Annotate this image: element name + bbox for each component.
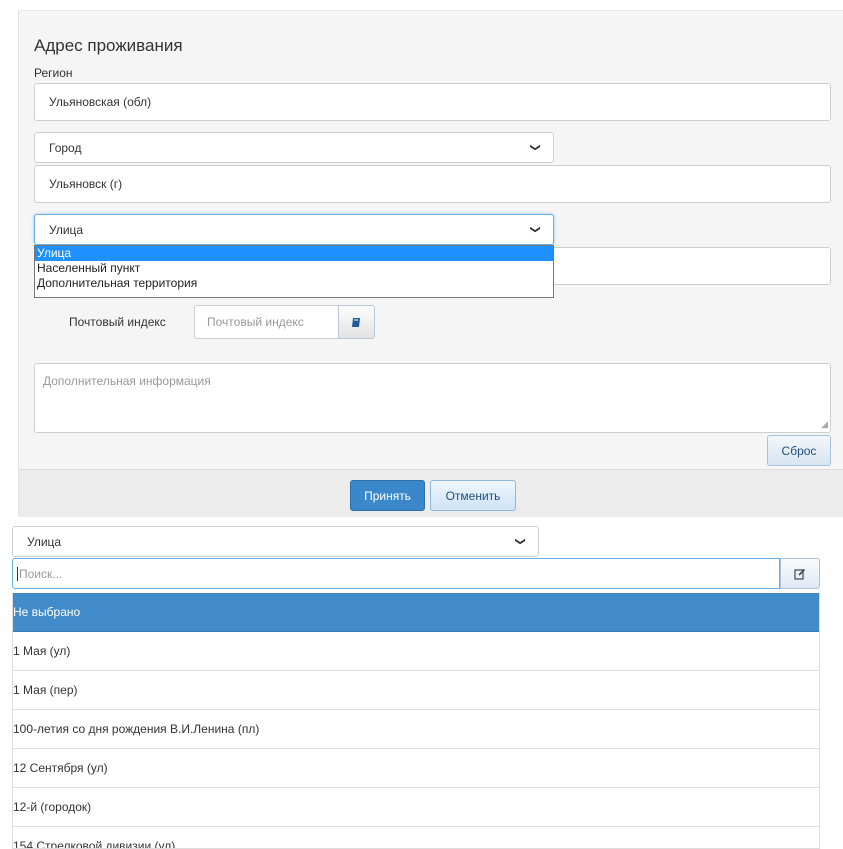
chevron-down-icon: ❯ [529,143,541,152]
resize-handle-icon[interactable]: ◢ [821,419,828,430]
street-type-options[interactable]: Улица Населенный пункт Дополнительная те… [34,245,554,298]
cancel-button[interactable]: Отменить [430,480,516,511]
list-item[interactable]: 1 Мая (пер) [13,671,819,710]
zip-placeholder: Почтовый индекс [207,315,304,329]
book-icon [352,317,360,327]
list-item[interactable]: 12-й (городок) [13,788,819,827]
search-placeholder: Поиск... [19,566,63,581]
street-list[interactable]: Не выбрано 1 Мая (ул) 1 Мая (пер) 100-ле… [12,593,820,849]
address-panel: Адрес проживания Регион Ульяновская (обл… [18,10,843,517]
city-type-value: Город [49,140,82,155]
region-field[interactable]: Ульяновская (обл) [34,83,831,121]
list-item[interactable]: 154 Стрелковой дивизии (ул) [13,827,819,848]
region-value: Ульяновская (обл) [49,95,152,109]
zip-input[interactable]: Почтовый индекс [194,305,338,339]
street-type-option-extra-territory[interactable]: Дополнительная территория [35,276,553,291]
street-type-option-street[interactable]: Улица [35,246,553,261]
text-caret [17,566,18,581]
panel-title: Адрес проживания [34,36,183,55]
extra-info-textarea[interactable]: Дополнительная информация ◢ [34,363,831,433]
street-type-option-settlement[interactable]: Населенный пункт [35,261,553,276]
zip-label: Почтовый индекс [69,315,166,329]
list-item[interactable]: 12 Сентября (ул) [13,749,819,788]
zip-lookup-button[interactable] [338,305,375,339]
street-type-select[interactable]: Улица ❯ [34,214,554,245]
street-type-value: Улица [49,222,84,237]
city-value: Ульяновск (г) [49,177,123,191]
lookup-type-select[interactable]: Улица ❯ [12,526,539,557]
list-item[interactable]: Не выбрано [13,593,819,632]
chevron-down-icon: ❯ [514,537,526,546]
city-type-select[interactable]: Город ❯ [34,132,554,163]
edit-icon [794,568,806,580]
search-input[interactable]: Поиск... [12,558,780,589]
search-edit-button[interactable] [780,558,820,589]
chevron-down-icon: ❯ [529,225,541,234]
accept-button[interactable]: Принять [350,480,425,511]
region-label: Регион [34,66,73,80]
list-item[interactable]: 1 Мая (ул) [13,632,819,671]
city-field[interactable]: Ульяновск (г) [34,165,831,203]
lookup-type-value: Улица [27,534,62,549]
list-item[interactable]: 100-летия со дня рождения В.И.Ленина (пл… [13,710,819,749]
extra-info-placeholder: Дополнительная информация [43,374,211,388]
reset-button[interactable]: Сброс [767,435,831,466]
